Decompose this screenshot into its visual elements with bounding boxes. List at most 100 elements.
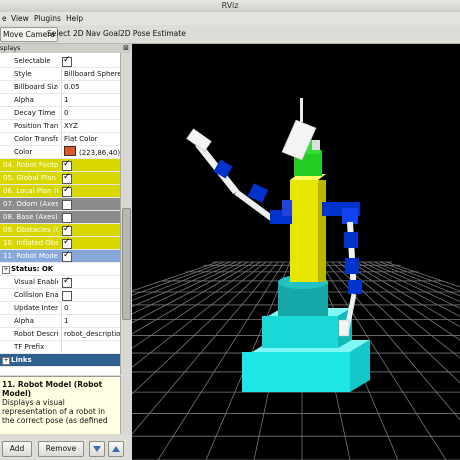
property-row-color: Color (223,86,40) <box>0 146 120 159</box>
property-row-decay-time: Decay Time 0 <box>0 107 120 120</box>
window-title-bar: RViz <box>0 0 460 12</box>
property-row-alpha: Alpha 1 <box>0 94 120 107</box>
color-swatch[interactable] <box>64 146 76 156</box>
style-value[interactable]: Billboard Spheres <box>61 68 120 81</box>
display-row-robot-footprint[interactable]: 04. Robot Footpr <box>0 159 120 172</box>
pose-estimate-tool[interactable]: 2D Pose Estimate <box>118 27 188 40</box>
display-row-inflated-obstacles[interactable]: 10. Inflated Obst <box>0 237 120 250</box>
property-row-alpha: Alpha 1 <box>0 315 120 328</box>
tree-scroll-thumb[interactable] <box>122 208 131 320</box>
scene-render <box>132 98 460 460</box>
property-label: Alpha <box>14 96 34 104</box>
display-row-local-plan[interactable]: 06. Local Plan (Pa <box>0 185 120 198</box>
robot-description-value[interactable]: robot_description <box>61 328 120 341</box>
display-enabled-checkbox[interactable] <box>62 200 72 210</box>
property-row-selectable: Selectable <box>0 55 120 68</box>
display-enabled-checkbox[interactable] <box>62 213 72 223</box>
robot-left-arm <box>186 128 292 224</box>
display-row-base[interactable]: 08. Base (Axes) <box>0 211 120 224</box>
menu-file-partial[interactable]: e <box>2 13 7 24</box>
property-row-style: Style Billboard Spheres <box>0 68 120 81</box>
alpha-value[interactable]: 1 <box>61 315 120 328</box>
collision-enabled-checkbox[interactable] <box>62 291 72 301</box>
remove-display-button[interactable]: Remove <box>38 441 84 457</box>
color-transformer-value[interactable]: Flat Color <box>61 133 120 146</box>
tree-scrollbar[interactable] <box>120 53 131 375</box>
billboard-size-value[interactable]: 0.05 <box>61 81 120 94</box>
property-row-visual-enabled: Visual Enabled <box>0 276 120 289</box>
property-label: Update Interval <box>14 304 58 312</box>
property-label: Position Trans <box>14 122 58 130</box>
links-label: Links <box>11 356 32 364</box>
display-row-robot-model[interactable]: 11. Robot Model <box>0 250 120 263</box>
render-viewport-3d[interactable] <box>132 44 460 460</box>
alpha-value[interactable]: 1 <box>61 94 120 107</box>
display-label: 08. Base (Axes) <box>3 213 58 221</box>
add-display-button[interactable]: Add <box>2 441 32 457</box>
property-row-update-interval: Update Interval 0 <box>0 302 120 315</box>
nav-goal-tool[interactable]: 2D Nav Goal <box>71 27 122 40</box>
description-text: Displays a visual representation of a ro… <box>2 398 108 425</box>
display-label: 04. Robot Footpr <box>3 161 58 169</box>
selectable-checkbox[interactable] <box>62 55 72 67</box>
property-row-position-transformer: Position Trans XYZ <box>0 120 120 133</box>
display-description: 11. Robot Model (Robot Model) Displays a… <box>0 376 120 434</box>
down-arrow-icon <box>93 446 101 452</box>
expand-plus-icon[interactable]: + <box>2 357 10 365</box>
move-down-button[interactable] <box>89 441 105 457</box>
visual-enabled-checkbox[interactable] <box>62 276 72 288</box>
property-label: Robot Descrip <box>14 330 58 338</box>
property-label: Visual Enabled <box>14 278 58 286</box>
property-row-collision-enabled: Collision Enab <box>0 289 120 302</box>
property-label: Color <box>14 148 33 156</box>
displays-button-bar: Add Remove <box>0 436 131 460</box>
decay-time-value[interactable]: 0 <box>61 107 120 120</box>
display-label: 09. Obstacles (G <box>3 226 58 234</box>
description-title: 11. Robot Model (Robot Model) <box>2 380 103 398</box>
display-enabled-checkbox[interactable] <box>62 237 72 249</box>
property-row-robot-description: Robot Descrip robot_description <box>0 328 120 341</box>
menu-help[interactable]: Help <box>66 13 83 24</box>
display-label: 05. Global Plan ( <box>3 174 58 182</box>
property-label: Alpha <box>14 317 34 325</box>
displays-tree[interactable]: Selectable Style Billboard Spheres Billb… <box>0 53 121 375</box>
update-interval-value[interactable]: 0 <box>61 302 120 315</box>
display-enabled-checkbox[interactable] <box>62 159 72 171</box>
menu-bar: e View Plugins Help <box>0 12 460 25</box>
move-up-button[interactable] <box>108 441 124 457</box>
display-label: 06. Local Plan (Pa <box>3 187 58 195</box>
color-value-text: (223,86,40) <box>79 149 120 157</box>
display-row-obstacles[interactable]: 09. Obstacles (G <box>0 224 120 237</box>
up-arrow-icon <box>112 446 120 452</box>
menu-plugins[interactable]: Plugins <box>34 13 61 24</box>
description-scrollbar[interactable] <box>120 376 131 434</box>
property-row-tf-prefix: TF Prefix <box>0 341 120 354</box>
links-row[interactable]: + Links <box>0 354 120 367</box>
window-title: RViz <box>221 1 239 10</box>
display-enabled-checkbox[interactable] <box>62 172 72 184</box>
display-enabled-checkbox[interactable] <box>62 224 72 236</box>
property-label: Billboard Size <box>14 83 58 91</box>
property-label: TF Prefix <box>14 343 45 351</box>
display-label: 11. Robot Model <box>3 252 58 260</box>
status-row[interactable]: + Status: OK <box>0 263 120 276</box>
display-row-odom[interactable]: 07. Odom (Axes) <box>0 198 120 211</box>
tf-prefix-value[interactable] <box>61 341 120 354</box>
property-label: Color Transfo <box>14 135 58 143</box>
display-row-global-plan[interactable]: 05. Global Plan ( <box>0 172 120 185</box>
property-row-color-transformer: Color Transfo Flat Color <box>0 133 120 146</box>
position-transformer-value[interactable]: XYZ <box>61 120 120 133</box>
display-enabled-checkbox[interactable] <box>62 250 72 262</box>
property-row-billboard-size: Billboard Size 0.05 <box>0 81 120 94</box>
status-label: Status: OK <box>11 265 54 273</box>
menu-view[interactable]: View <box>11 13 29 24</box>
display-label: 10. Inflated Obst <box>3 239 58 247</box>
select-tool[interactable]: Select <box>45 27 72 40</box>
expand-plus-icon[interactable]: + <box>2 266 10 274</box>
panel-close-icon[interactable]: ⊠ <box>123 44 129 53</box>
robot-torso <box>290 174 326 282</box>
property-label: Style <box>14 70 32 78</box>
color-value[interactable]: (223,86,40) <box>61 146 120 159</box>
display-enabled-checkbox[interactable] <box>62 185 72 197</box>
property-label: Collision Enab <box>14 291 58 299</box>
